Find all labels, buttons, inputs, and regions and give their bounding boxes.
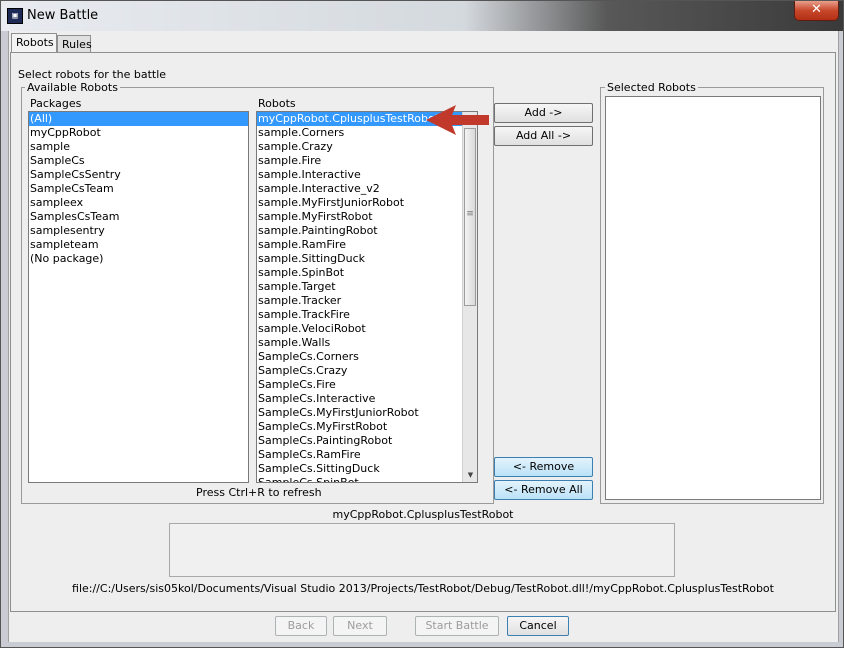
list-item[interactable]: sample.SittingDuck [257, 252, 477, 266]
scroll-thumb[interactable]: ≡ [464, 128, 476, 306]
dialog-content: Robots Rules Select robots for the battl… [8, 31, 839, 642]
list-item[interactable]: sample.Interactive [257, 168, 477, 182]
robots-list-scrollbar[interactable]: ▲ ≡ ▼ [462, 112, 477, 482]
instruction-label: Select robots for the battle [18, 68, 167, 81]
robots-list[interactable]: myCppRobot.CplusplusTestRobot sample.Corn… [256, 111, 478, 483]
list-item[interactable]: sampleex [29, 196, 248, 210]
list-item[interactable]: sample.RamFire [257, 238, 477, 252]
scroll-down-arrow-icon[interactable]: ▼ [463, 468, 477, 482]
list-item[interactable]: SampleCs.MyFirstRobot [257, 420, 477, 434]
list-item[interactable]: sample.Tracker [257, 294, 477, 308]
list-item[interactable]: sample [29, 140, 248, 154]
cancel-button[interactable]: Cancel [507, 616, 569, 636]
list-item[interactable]: SampleCs.Corners [257, 350, 477, 364]
list-item[interactable]: SampleCs.SpinBot [257, 476, 477, 482]
tab-robots[interactable]: Robots [11, 33, 57, 53]
list-item[interactable]: sample.Walls [257, 336, 477, 350]
title-bar[interactable]: ▣ New Battle [1, 1, 843, 31]
add-all-button[interactable]: Add All -> [494, 126, 593, 146]
list-item[interactable]: SamplesCsTeam [29, 210, 248, 224]
list-item[interactable]: SampleCs.RamFire [257, 448, 477, 462]
list-item[interactable]: SampleCs.SittingDuck [257, 462, 477, 476]
list-item[interactable]: sample.MyFirstJuniorRobot [257, 196, 477, 210]
list-item[interactable]: (No package) [29, 252, 248, 266]
robot-file-path: file://C:/Users/sis05kol/Documents/Visua… [72, 582, 774, 595]
robot-description-box [169, 523, 675, 577]
robots-tab-panel: Select robots for the battle Available R… [10, 52, 836, 612]
list-item[interactable]: SampleCs.MyFirstJuniorRobot [257, 406, 477, 420]
list-item[interactable]: SampleCs.PaintingRobot [257, 434, 477, 448]
back-button[interactable]: Back [275, 616, 327, 636]
list-item[interactable]: sample.SpinBot [257, 266, 477, 280]
list-item[interactable]: sample.PaintingRobot [257, 224, 477, 238]
list-item[interactable]: sample.Target [257, 280, 477, 294]
list-item[interactable]: (All) [29, 112, 248, 126]
refresh-hint: Press Ctrl+R to refresh [196, 486, 322, 499]
new-battle-window: ▣ New Battle ✕ Robots Rules Select robot… [0, 0, 844, 648]
list-item[interactable]: SampleCs.Crazy [257, 364, 477, 378]
next-button[interactable]: Next [333, 616, 387, 636]
start-battle-button[interactable]: Start Battle [415, 616, 499, 636]
list-item[interactable]: SampleCsTeam [29, 182, 248, 196]
robocode-app-icon: ▣ [7, 8, 23, 24]
list-item[interactable]: sample.Crazy [257, 140, 477, 154]
list-item[interactable]: sample.Interactive_v2 [257, 182, 477, 196]
robots-list-items: myCppRobot.CplusplusTestRobot sample.Corn… [257, 112, 477, 482]
list-item[interactable]: sample.TrackFire [257, 308, 477, 322]
list-item[interactable]: SampleCs.Interactive [257, 392, 477, 406]
selected-robots-list[interactable] [605, 96, 821, 500]
list-item[interactable]: sample.VelociRobot [257, 322, 477, 336]
scroll-grip-icon: ≡ [466, 209, 474, 219]
close-window-button[interactable]: ✕ [794, 1, 839, 21]
list-item[interactable]: samplesentry [29, 224, 248, 238]
list-item[interactable]: sample.MyFirstRobot [257, 210, 477, 224]
packages-list[interactable]: (All) myCppRobot sample SampleCs SampleCsSen… [28, 111, 249, 483]
annotation-arrow-icon [426, 105, 489, 135]
list-item[interactable]: SampleCs [29, 154, 248, 168]
available-robots-title: Available Robots [25, 81, 120, 94]
robots-header: Robots [258, 97, 296, 110]
list-item[interactable]: sampleteam [29, 238, 248, 252]
add-button[interactable]: Add -> [494, 103, 593, 123]
remove-all-button[interactable]: <- Remove All [494, 480, 593, 500]
list-item[interactable]: SampleCsSentry [29, 168, 248, 182]
list-item[interactable]: sample.Fire [257, 154, 477, 168]
remove-button[interactable]: <- Remove [494, 457, 593, 477]
selected-robot-name: myCppRobot.CplusplusTestRobot [332, 508, 514, 521]
window-title: New Battle [27, 8, 99, 23]
list-item[interactable]: SampleCs.Fire [257, 378, 477, 392]
selected-robots-title: Selected Robots [605, 81, 698, 94]
list-item[interactable]: myCppRobot [29, 126, 248, 140]
packages-header: Packages [30, 97, 82, 110]
